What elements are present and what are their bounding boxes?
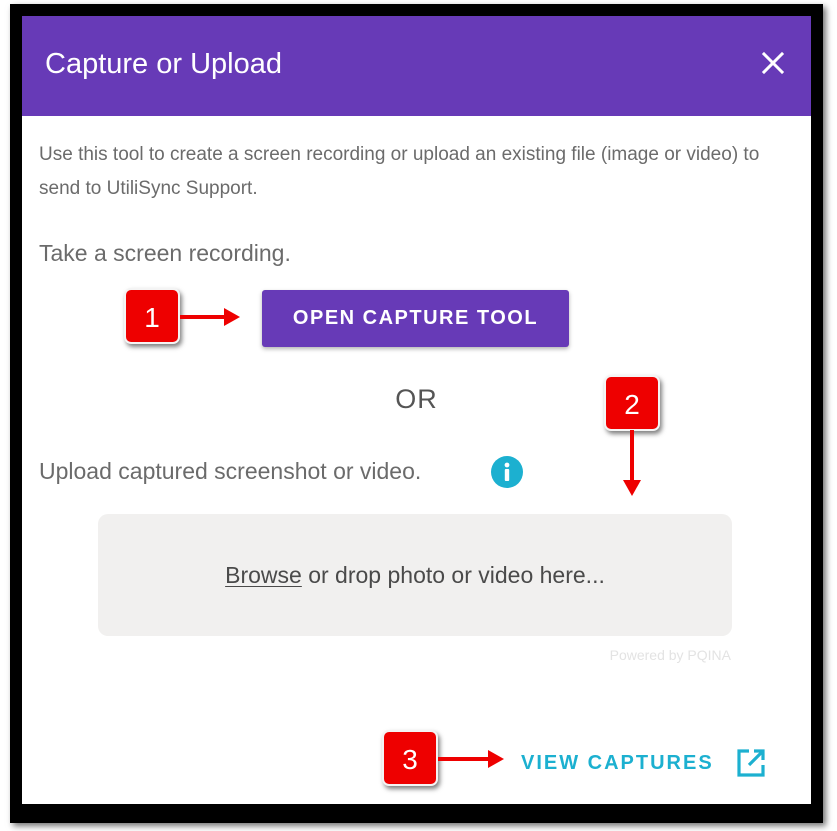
close-icon bbox=[761, 51, 785, 75]
dropzone-instructions: or drop photo or video here... bbox=[301, 562, 605, 588]
open-capture-tool-button[interactable]: OPEN CAPTURE TOOL bbox=[262, 290, 569, 347]
dialog-description: Use this tool to create a screen recordi… bbox=[39, 144, 760, 199]
view-captures-link[interactable]: VIEW CAPTURES bbox=[521, 746, 765, 780]
browse-link[interactable]: Browse bbox=[225, 562, 302, 588]
powered-by-text: Powered by PQINA bbox=[609, 647, 731, 663]
info-icon[interactable] bbox=[491, 456, 523, 488]
or-divider-text: OR bbox=[395, 384, 438, 414]
callout-arrow-3 bbox=[438, 750, 504, 768]
callout-badge-1: 1 bbox=[124, 288, 180, 344]
capture-upload-dialog: Capture or Upload Use this tool to creat… bbox=[22, 16, 811, 804]
callout-badge-3: 3 bbox=[382, 730, 438, 786]
file-dropzone[interactable]: Browse or drop photo or video here... bbox=[98, 514, 732, 636]
upload-label: Upload captured screenshot or video. bbox=[39, 458, 422, 484]
take-recording-label: Take a screen recording. bbox=[39, 240, 291, 266]
close-button[interactable] bbox=[753, 43, 793, 83]
callout-badge-2: 2 bbox=[604, 375, 660, 431]
dialog-header: Capture or Upload bbox=[22, 16, 811, 116]
view-captures-label: VIEW CAPTURES bbox=[521, 752, 714, 774]
callout-arrow-2 bbox=[623, 430, 641, 496]
dialog-title: Capture or Upload bbox=[45, 48, 282, 80]
open-in-new-icon bbox=[737, 749, 765, 777]
callout-arrow-1 bbox=[180, 308, 240, 326]
